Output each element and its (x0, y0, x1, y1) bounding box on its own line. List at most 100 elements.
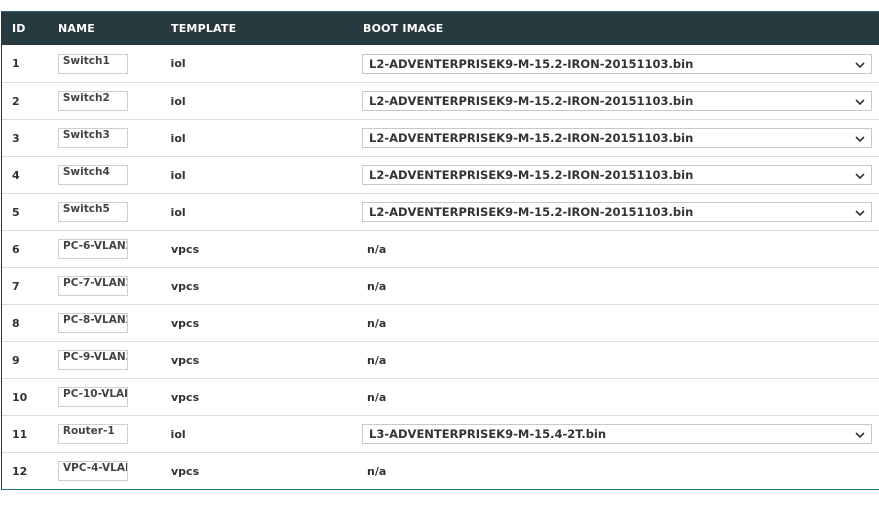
table-row: 6 PC-6-VLAN2 vpcs n/a (2, 230, 879, 267)
node-name-input[interactable]: Router-1 (57, 424, 128, 444)
node-template: vpcs (171, 464, 200, 478)
name-cell: Switch3 (57, 128, 171, 148)
node-id: 3 (12, 131, 20, 145)
chevron-down-icon (855, 207, 865, 217)
boot-image-selected-value: L2-ADVENTERPRISEK9-M-15.2-IRON-20151103.… (369, 168, 694, 182)
boot-image-cell: L2-ADVENTERPRISEK9-M-15.2-IRON-20151103.… (362, 91, 879, 111)
boot-image-cell: L2-ADVENTERPRISEK9-M-15.2-IRON-20151103.… (362, 165, 879, 185)
boot-image-na: n/a (367, 316, 387, 330)
node-template: vpcs (171, 353, 200, 367)
name-cell: VPC-4-VLAN (58, 461, 171, 481)
boot-image-select[interactable]: L2-ADVENTERPRISEK9-M-15.2-IRON-20151103.… (362, 128, 872, 148)
boot-image-na: n/a (367, 464, 387, 478)
boot-image-selected-value: L2-ADVENTERPRISEK9-M-15.2-IRON-20151103.… (369, 94, 694, 108)
node-name-input[interactable]: Switch5 (57, 202, 128, 222)
name-cell: PC-6-VLAN2 (58, 239, 171, 259)
node-name-input[interactable]: PC-10-VLAN (58, 387, 128, 407)
node-template: iol (170, 57, 186, 70)
table-body: 1 Switch1 iol L2-ADVENTERPRISEK9-M-15.2-IRO… (2, 45, 879, 489)
node-name-input[interactable]: PC-8-VLAN2 (58, 313, 128, 333)
table-row: 10 PC-10-VLAN vpcs n/a (2, 378, 879, 415)
node-name-input[interactable]: Switch4 (57, 165, 128, 185)
node-name-input[interactable]: Switch3 (57, 128, 128, 148)
node-template: iol (170, 205, 186, 219)
boot-image-cell: n/a (363, 280, 879, 293)
node-template: vpcs (171, 316, 200, 330)
node-template: iol (170, 131, 186, 145)
chevron-down-icon (855, 59, 865, 69)
node-id: 9 (12, 353, 20, 367)
table-row: 12 VPC-4-VLAN vpcs n/a (2, 452, 879, 489)
node-name-input[interactable]: VPC-4-VLAN (58, 461, 128, 481)
header-template: TEMPLATE (171, 22, 237, 35)
name-cell: Switch1 (57, 53, 171, 74)
table-row: 8 PC-8-VLAN2 vpcs n/a (2, 304, 879, 341)
node-template: iol (170, 94, 186, 108)
node-name-input[interactable]: PC-9-VLAN3 (58, 350, 128, 370)
table-row: 5 Switch5 iol L2-ADVENTERPRISEK9-M-15.2-IRO… (2, 193, 879, 230)
node-template: vpcs (171, 390, 200, 404)
chevron-down-icon (855, 133, 865, 143)
boot-image-cell: L2-ADVENTERPRISEK9-M-15.2-IRON-20151103.… (362, 202, 879, 222)
boot-image-cell: n/a (363, 391, 879, 404)
boot-image-cell: L3-ADVENTERPRISEK9-M-15.4-2T.bin (362, 424, 879, 444)
name-cell: PC-10-VLAN (58, 387, 171, 407)
boot-image-cell: L2-ADVENTERPRISEK9-M-15.2-IRON-20151103.… (362, 53, 879, 74)
table-row: 11 Router-1 iol L3-ADVENTERPRISEK9-M-15.4-2… (2, 415, 879, 452)
boot-image-select[interactable]: L2-ADVENTERPRISEK9-M-15.2-IRON-20151103.… (362, 91, 872, 111)
boot-image-cell: n/a (363, 354, 879, 367)
boot-image-cell: n/a (363, 317, 879, 330)
node-id: 11 (12, 427, 28, 441)
boot-image-select[interactable]: L3-ADVENTERPRISEK9-M-15.4-2T.bin (362, 424, 872, 444)
header-id: ID (12, 22, 26, 35)
table-row: 2 Switch2 iol L2-ADVENTERPRISEK9-M-15.2-IRO… (2, 82, 879, 119)
name-cell: Router-1 (57, 424, 171, 444)
name-cell: PC-8-VLAN2 (58, 313, 171, 333)
boot-image-na: n/a (367, 353, 387, 367)
node-id: 6 (12, 242, 20, 256)
chevron-down-icon (855, 96, 865, 106)
boot-image-na: n/a (367, 279, 387, 293)
node-name-input[interactable]: PC-6-VLAN2 (58, 239, 128, 259)
header-name: NAME (58, 22, 95, 35)
name-cell: Switch2 (57, 91, 171, 111)
node-id: 2 (12, 94, 20, 108)
boot-image-selected-value: L3-ADVENTERPRISEK9-M-15.4-2T.bin (369, 427, 607, 441)
node-id: 12 (12, 464, 28, 478)
boot-image-na: n/a (367, 390, 387, 404)
boot-image-select[interactable]: L2-ADVENTERPRISEK9-M-15.2-IRON-20151103.… (362, 165, 872, 185)
boot-image-na: n/a (367, 242, 387, 256)
chevron-down-icon (855, 170, 865, 180)
node-name-input[interactable]: Switch2 (57, 91, 128, 111)
boot-image-cell: L2-ADVENTERPRISEK9-M-15.2-IRON-20151103.… (362, 128, 879, 148)
name-cell: PC-7-VLAN2 (58, 276, 171, 296)
chevron-down-icon (855, 429, 865, 439)
node-id: 1 (12, 57, 20, 70)
boot-image-select[interactable]: L2-ADVENTERPRISEK9-M-15.2-IRON-20151103.… (362, 202, 872, 222)
node-id: 8 (12, 316, 20, 330)
node-id: 10 (12, 390, 28, 404)
node-template: iol (170, 168, 186, 182)
node-template: vpcs (171, 242, 200, 256)
node-name-input[interactable]: Switch1 (57, 53, 128, 74)
nodes-table: ID NAME TEMPLATE BOOT IMAGE 1 Switch1 iol L… (1, 11, 879, 490)
node-template: iol (170, 427, 186, 441)
boot-image-selected-value: L2-ADVENTERPRISEK9-M-15.2-IRON-20151103.… (369, 131, 694, 145)
boot-image-cell: n/a (363, 465, 879, 478)
name-cell: PC-9-VLAN3 (58, 350, 171, 370)
node-template: vpcs (171, 279, 200, 293)
name-cell: Switch5 (57, 202, 171, 222)
table-row: 3 Switch3 iol L2-ADVENTERPRISEK9-M-15.2-IRO… (2, 119, 879, 156)
boot-image-select[interactable]: L2-ADVENTERPRISEK9-M-15.2-IRON-20151103.… (362, 53, 872, 74)
boot-image-selected-value: L2-ADVENTERPRISEK9-M-15.2-IRON-20151103.… (369, 56, 694, 71)
node-id: 7 (12, 279, 20, 293)
boot-image-selected-value: L2-ADVENTERPRISEK9-M-15.2-IRON-20151103.… (369, 205, 694, 219)
header-boot-image: BOOT IMAGE (363, 22, 444, 35)
node-id: 5 (12, 205, 20, 219)
table-row: 1 Switch1 iol L2-ADVENTERPRISEK9-M-15.2-IRO… (2, 45, 879, 82)
node-id: 4 (12, 168, 20, 182)
name-cell: Switch4 (57, 165, 171, 185)
boot-image-cell: n/a (363, 243, 879, 256)
table-row: 4 Switch4 iol L2-ADVENTERPRISEK9-M-15.2-IRO… (2, 156, 879, 193)
node-name-input[interactable]: PC-7-VLAN2 (58, 276, 128, 296)
